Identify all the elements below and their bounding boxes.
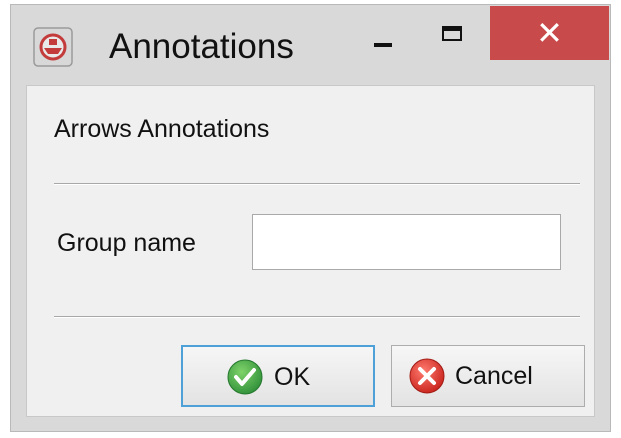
window-title: Annotations [109, 27, 294, 66]
close-button[interactable]: ✕ [490, 6, 609, 60]
maximize-button[interactable] [429, 15, 479, 67]
cancel-button-label: Cancel [455, 362, 533, 390]
cancel-x-icon [409, 358, 445, 394]
section-title: Arrows Annotations [54, 115, 270, 143]
maximize-icon [442, 26, 462, 41]
ok-button-label: OK [274, 363, 311, 391]
annotations-dialog-window: Annotations ✕ Arrows Annotations Group n… [10, 4, 611, 432]
divider [54, 316, 580, 318]
ok-button[interactable]: OK [181, 345, 375, 407]
dialog-content: Arrows Annotations Group name OK Cancel [26, 85, 595, 417]
divider [54, 183, 580, 185]
minimize-button[interactable] [359, 15, 409, 67]
cancel-button[interactable]: Cancel [391, 345, 585, 407]
minimize-icon [374, 43, 392, 47]
check-icon [227, 359, 263, 395]
close-icon: ✕ [536, 14, 563, 52]
group-name-input[interactable] [252, 214, 561, 270]
app-icon[interactable] [33, 27, 73, 67]
title-bar[interactable]: Annotations ✕ [11, 5, 610, 83]
group-name-label: Group name [57, 229, 196, 257]
